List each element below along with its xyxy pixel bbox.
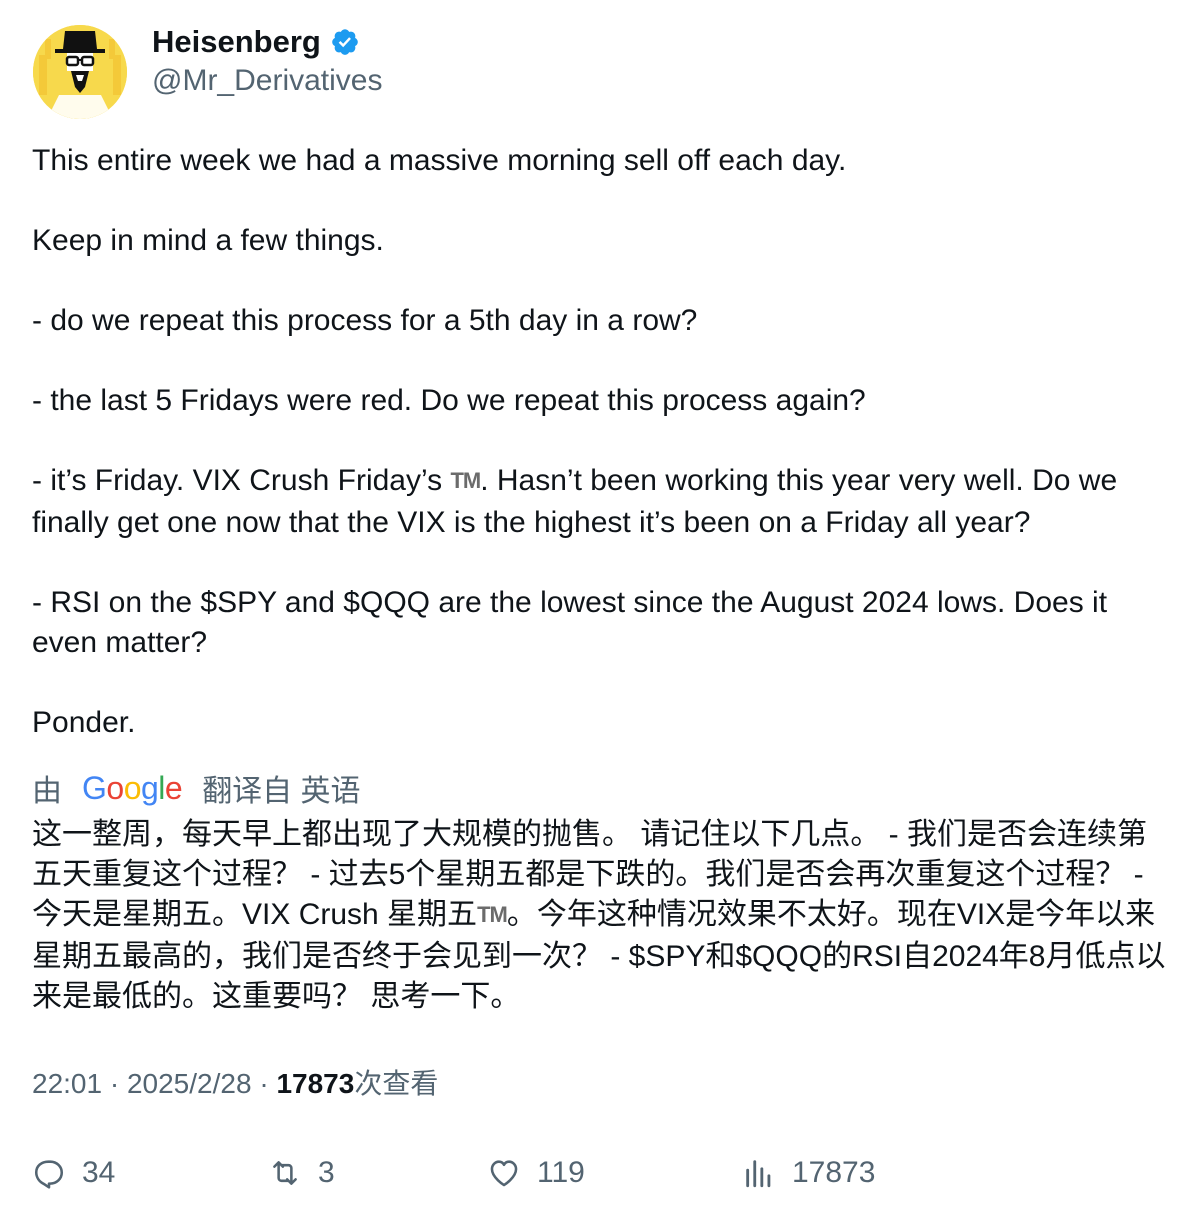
reply-count: 34 <box>82 1156 116 1189</box>
tweet-time[interactable]: 22:01 <box>32 1068 102 1099</box>
tweet-date[interactable]: 2025/2/28 <box>127 1068 252 1099</box>
avatar[interactable] <box>33 25 127 119</box>
translation-prefix: 由 <box>32 775 62 808</box>
tweet-line: - do we repeat this process for a 5th da… <box>32 304 698 337</box>
reply-button[interactable]: 34 <box>32 1148 115 1198</box>
action-bar: 34 3 119 17873 <box>0 1148 1196 1198</box>
google-logo: Google <box>82 769 183 806</box>
tweet-line: Keep in mind a few things. <box>32 224 384 257</box>
tweet-meta: 22:01 · 2025/2/28 · 17873次查看 <box>32 1068 439 1099</box>
analytics-bar-icon <box>746 1160 771 1188</box>
views-count-action: 17873 <box>792 1156 876 1189</box>
views-count: 17873 <box>276 1068 355 1099</box>
author-handle[interactable]: @Mr_Derivatives <box>152 64 383 98</box>
tweet-line-text: - it’s Friday. VIX Crush Friday’s <box>32 464 451 497</box>
retweet-count: 3 <box>318 1156 335 1189</box>
verified-badge-icon <box>332 29 358 55</box>
retweet-button[interactable]: 3 <box>268 1148 335 1198</box>
reply-icon <box>34 1160 64 1189</box>
author-name[interactable]: Heisenberg <box>152 24 321 60</box>
retweet-icon <box>273 1161 297 1185</box>
like-count: 119 <box>537 1156 585 1189</box>
trademark-emoji: TM <box>450 468 481 493</box>
tweet-text: This entire week we had a massive mornin… <box>32 141 1167 743</box>
translation-attribution[interactable]: 由 Google 翻译自 英语 <box>32 766 361 810</box>
tweet-line: Ponder. <box>32 706 136 739</box>
views-label: 次查看 <box>354 1068 439 1099</box>
trademark-emoji: TM <box>477 902 508 927</box>
translation-suffix: 翻译自 英语 <box>202 775 361 808</box>
author-name-row[interactable]: Heisenberg <box>152 22 360 62</box>
tweet-line: This entire week we had a massive mornin… <box>32 144 847 177</box>
heart-icon <box>490 1160 518 1187</box>
views-button[interactable]: 17873 <box>742 1148 875 1198</box>
tweet-line: - it’s Friday. VIX Crush Friday’s TM. Ha… <box>32 461 1167 543</box>
translated-text: 这一整周，每天早上都出现了大规模的抛售。 请记住以下几点。 - 我们是否会连续第… <box>32 818 1166 1013</box>
tweet-line: - the last 5 Fridays were red. Do we rep… <box>32 384 866 417</box>
like-button[interactable]: 119 <box>487 1148 585 1198</box>
tweet-line: - RSI on the $SPY and $QQQ are the lowes… <box>32 586 1116 659</box>
heisenberg-avatar-icon <box>33 25 127 119</box>
